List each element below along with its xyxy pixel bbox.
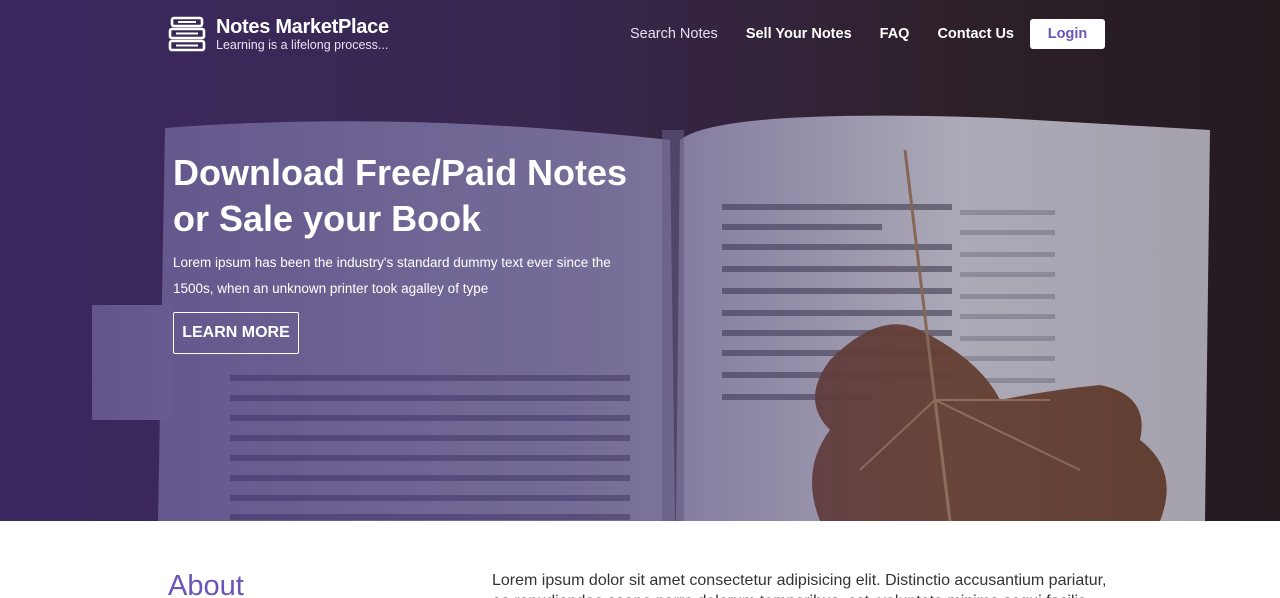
nav-search-notes[interactable]: Search Notes: [630, 19, 718, 49]
learn-more-button[interactable]: LEARN MORE: [173, 312, 299, 354]
hero-description: Lorem ipsum has been the industry's stan…: [173, 255, 611, 296]
brand-text: Notes MarketPlace Learning is a lifelong…: [216, 16, 389, 52]
about-heading: About: [168, 570, 244, 598]
nav-sell-your-notes[interactable]: Sell Your Notes: [746, 19, 852, 49]
hero-title: Download Free/Paid Notes or Sale your Bo…: [173, 150, 653, 242]
nav-contact-us[interactable]: Contact Us: [937, 19, 1014, 49]
nav-faq[interactable]: FAQ: [880, 19, 910, 49]
about-text: Lorem ipsum dolor sit amet consectetur a…: [492, 572, 1107, 598]
brand-tagline: Learning is a lifelong process...: [216, 38, 389, 52]
hero-title-line-1: Download Free/Paid Notes: [173, 152, 628, 193]
book-stack-icon: [168, 16, 206, 52]
login-button[interactable]: Login: [1030, 19, 1105, 49]
top-navbar: Notes MarketPlace Learning is a lifelong…: [0, 0, 1280, 68]
main-menu: Search Notes Sell Your Notes FAQ Contact…: [602, 19, 1105, 49]
brand-logo[interactable]: Notes MarketPlace Learning is a lifelong…: [168, 16, 389, 52]
brand-title: Notes MarketPlace: [216, 16, 389, 38]
hero-title-line-2: or Sale your Book: [173, 198, 482, 239]
hero-section: Notes MarketPlace Learning is a lifelong…: [0, 0, 1280, 521]
